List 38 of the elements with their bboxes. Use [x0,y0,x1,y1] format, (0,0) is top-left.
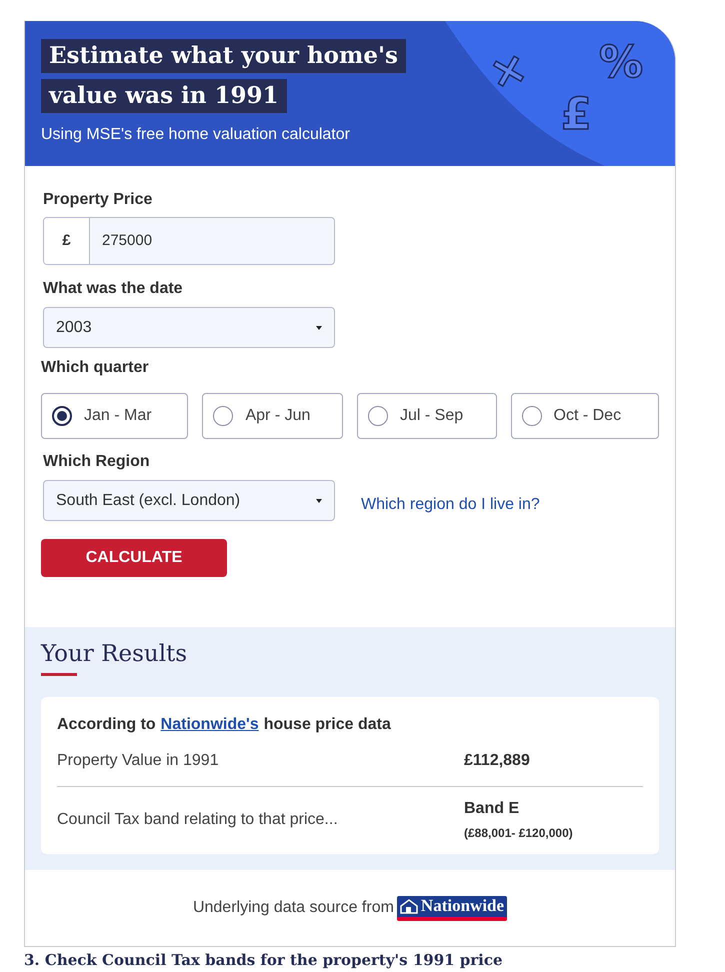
result-note: (£88,001- £120,000) [464,825,573,842]
result-label: Property Value in 1991 [57,751,220,771]
result-value: Band E [464,799,520,819]
symbol-icon: % [599,39,644,87]
result-label: Council Tax band relating to that price... [57,810,339,830]
nationwide-logo: Nationwide [396,896,508,920]
heading-underline [41,673,77,676]
caret-icon [316,326,322,330]
subtitle: Using MSE's free home valuation calculator [41,125,351,145]
field-label: Property Price [43,190,154,210]
radio-icon [522,406,542,426]
price-field[interactable]: £ 275000 [43,217,335,265]
radio-option[interactable]: Jan - Mar [41,393,188,439]
radio-option[interactable]: Apr - Jun [202,393,343,439]
region-link[interactable]: Which region do I live in? [361,492,540,516]
dropdown[interactable]: 2003 [43,307,335,348]
calculate-button[interactable]: CALCULATE [41,539,227,577]
field-label: Which quarter [41,358,150,378]
field-label: Which Region [43,452,151,472]
source-text: Underlying data source from [192,898,394,918]
symbol-icon: × [484,43,532,99]
source-text: According to [57,715,156,735]
source-text: house price data [264,715,391,735]
result-value: £112,889 [464,751,530,771]
field-label: What was the date [43,279,184,299]
radio-icon [368,406,388,426]
radio-option[interactable]: Jul - Sep [357,393,497,439]
section-heading: 3. Check Council Tax bands for the property's 1991 price [24,950,504,971]
caret-icon [316,498,322,502]
currency-sign: £ [44,218,90,264]
results-heading: Your Results [41,640,188,669]
nationwide-link[interactable]: Nationwide's [160,713,259,737]
radio-icon [52,406,72,426]
symbol-icon: £ [561,91,592,139]
radio-option[interactable]: Oct - Dec [510,393,659,439]
dropdown[interactable]: South East (excl. London) [43,480,335,521]
radio-icon [213,406,234,426]
building-icon [400,898,418,914]
